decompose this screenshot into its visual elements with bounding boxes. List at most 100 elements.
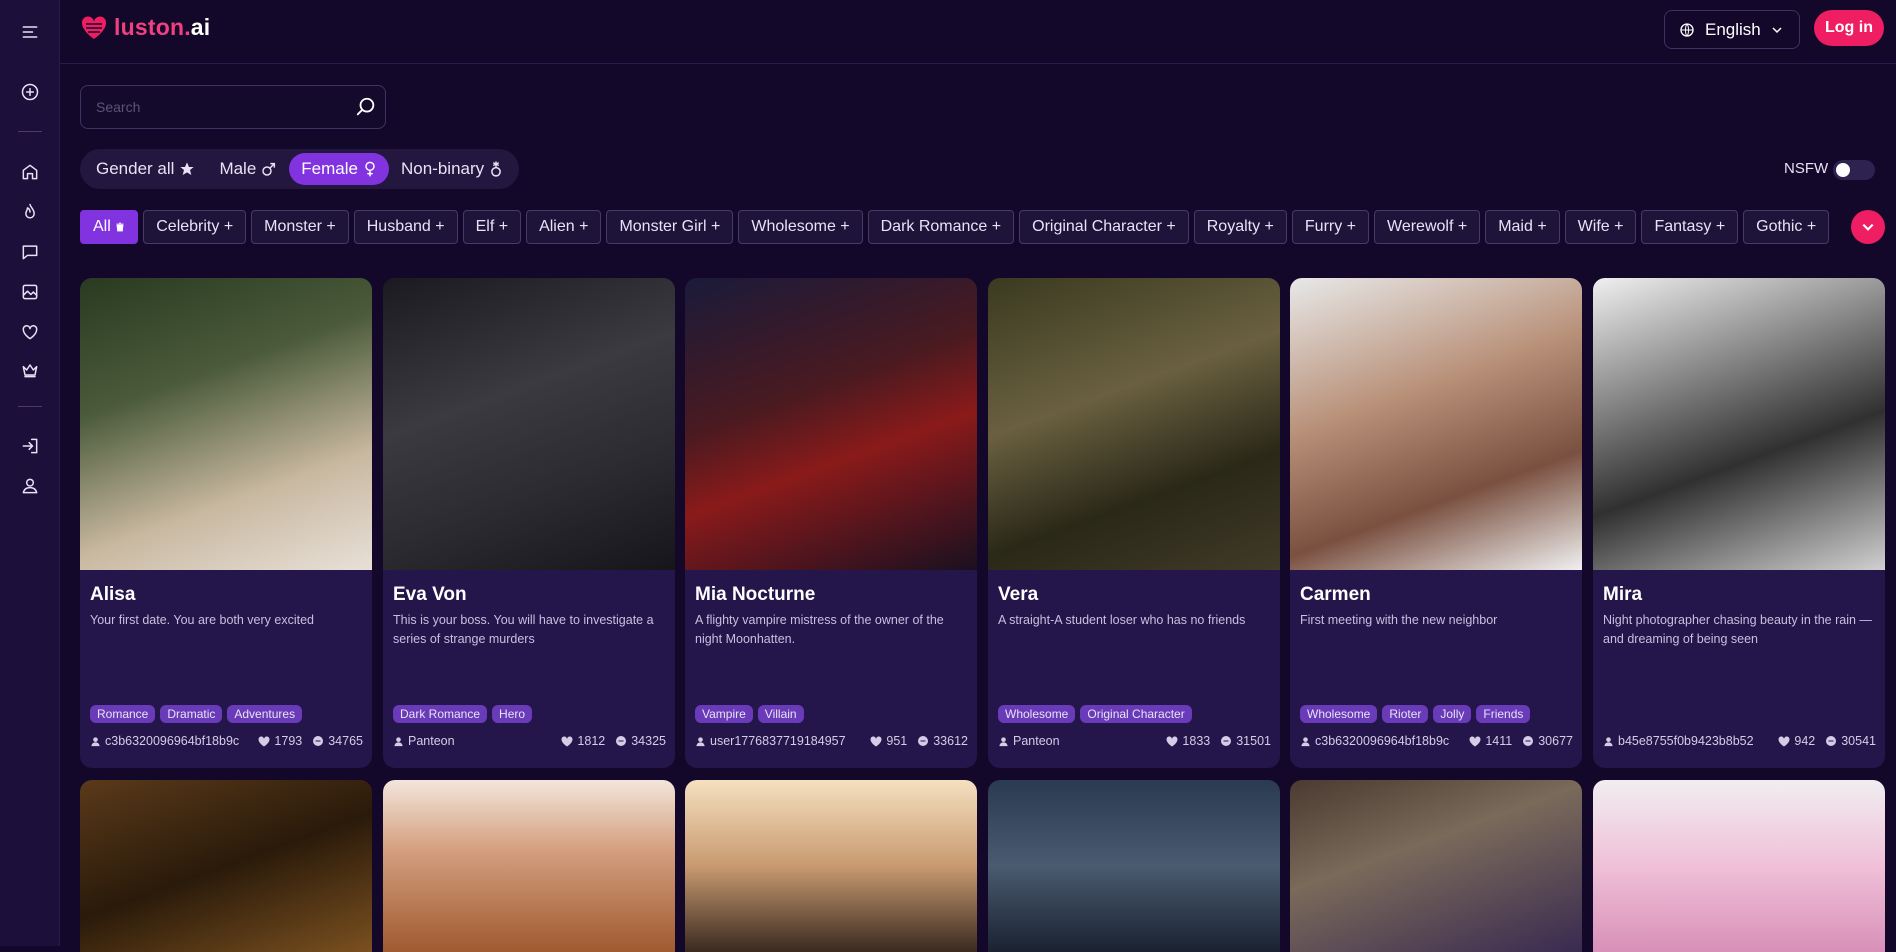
character-description: Your first date. You are both very excit… — [90, 613, 314, 627]
card-tag[interactable]: Dark Romance — [393, 705, 488, 723]
character-card[interactable]: Vera A straight-A student loser who has … — [988, 278, 1280, 768]
login-icon[interactable] — [18, 434, 42, 458]
character-name: Vera — [998, 584, 1039, 605]
sidebar-divider — [18, 406, 42, 407]
logo-text: luston.ai — [114, 14, 211, 40]
tag-wholesome[interactable]: Wholesome + — [738, 210, 863, 244]
card-tag[interactable]: Wholesome — [998, 705, 1076, 723]
character-name: Alisa — [90, 584, 136, 605]
card-tag[interactable]: Original Character — [1080, 705, 1192, 723]
card-likes: 942 — [1778, 734, 1815, 748]
character-card-preview[interactable] — [988, 780, 1280, 952]
add-circle-icon[interactable] — [18, 80, 42, 104]
heart-icon — [1469, 735, 1481, 746]
card-footer: Panteon 1812 34325 — [393, 733, 666, 749]
card-tag[interactable]: Hero — [492, 705, 533, 723]
sidebar-divider — [18, 131, 42, 132]
character-card[interactable]: Alisa Your first date. You are both very… — [80, 278, 372, 768]
chat-icon[interactable] — [18, 240, 42, 264]
character-card[interactable]: Eva Von This is your boss. You will have… — [383, 278, 675, 768]
user-icon[interactable] — [18, 474, 42, 498]
tag-furry[interactable]: Furry + — [1291, 210, 1370, 244]
tag-maid[interactable]: Maid + — [1485, 210, 1560, 244]
tag-husband[interactable]: Husband + — [353, 210, 458, 244]
heart-icon — [870, 735, 882, 746]
card-tag[interactable]: Adventures — [227, 705, 303, 723]
character-card-preview[interactable] — [383, 780, 675, 952]
card-likes: 951 — [870, 734, 907, 748]
tag-elf[interactable]: Elf + — [462, 210, 522, 244]
user-icon — [91, 736, 100, 746]
tag-celebrity[interactable]: Celebrity + — [143, 210, 247, 244]
tag-alien[interactable]: Alien + — [526, 210, 602, 244]
gender-nonbinary-option[interactable]: Non-binary — [389, 153, 515, 185]
card-chats: 30677 — [1522, 734, 1573, 748]
card-footer: user1776837719184957 951 33612 — [695, 733, 968, 749]
gender-female-option[interactable]: Female — [289, 153, 389, 185]
card-likes: 1411 — [1469, 734, 1512, 748]
female-icon — [365, 161, 375, 177]
character-card-preview[interactable] — [80, 780, 372, 952]
character-card-preview[interactable] — [685, 780, 977, 952]
menu-icon[interactable] — [18, 20, 42, 44]
card-tags: Vampire Villain — [695, 705, 804, 723]
language-selector[interactable]: English — [1664, 10, 1800, 49]
gender-male-option[interactable]: Male — [207, 153, 289, 185]
tag-fantasy[interactable]: Fantasy + — [1641, 210, 1739, 244]
crown-icon[interactable] — [18, 358, 42, 382]
card-tag[interactable]: Vampire — [695, 705, 753, 723]
tag-monster[interactable]: Monster + — [251, 210, 349, 244]
card-tag[interactable]: Dramatic — [160, 705, 223, 723]
search-icon[interactable] — [355, 96, 377, 118]
card-tags: Dark Romance Hero — [393, 705, 533, 723]
home-icon[interactable] — [18, 160, 42, 184]
tag-dark-romance[interactable]: Dark Romance + — [867, 210, 1015, 244]
gender-all-option[interactable]: Gender all — [84, 153, 207, 185]
tag-wife[interactable]: Wife + — [1564, 210, 1637, 244]
heart-icon — [1166, 735, 1178, 746]
character-card[interactable]: Mia Nocturne A flighty vampire mistress … — [685, 278, 977, 768]
character-card-preview[interactable] — [1593, 780, 1885, 952]
logo[interactable]: luston.ai — [80, 14, 210, 41]
fire-icon[interactable] — [18, 200, 42, 224]
chat-bubble-icon — [1221, 736, 1232, 746]
card-tag[interactable]: Jolly — [1433, 705, 1472, 723]
login-button[interactable]: Log in — [1814, 10, 1884, 46]
character-name: Eva Von — [393, 584, 467, 605]
user-icon — [394, 736, 403, 746]
chat-bubble-icon — [1523, 736, 1534, 746]
card-tag[interactable]: Wholesome — [1300, 705, 1378, 723]
tag-gothic[interactable]: Gothic + — [1743, 210, 1830, 244]
nsfw-toggle[interactable] — [1833, 160, 1875, 180]
card-tag[interactable]: Rioter — [1382, 705, 1429, 723]
card-chats: 34765 — [312, 734, 363, 748]
character-card[interactable]: Carmen First meeting with the new neighb… — [1290, 278, 1582, 768]
image-icon[interactable] — [18, 280, 42, 304]
card-tags: Romance Dramatic Adventures — [90, 705, 303, 723]
chat-bubble-icon — [313, 736, 324, 746]
tag-royalty[interactable]: Royalty + — [1193, 210, 1287, 244]
card-tags: Wholesome Original Character — [998, 705, 1192, 723]
tag-all[interactable]: All — [80, 210, 139, 244]
delete-icon — [116, 222, 124, 232]
card-tag[interactable]: Romance — [90, 705, 156, 723]
globe-icon — [1680, 22, 1694, 37]
tag-original-character[interactable]: Original Character + — [1019, 210, 1189, 244]
card-chats: 30541 — [1825, 734, 1876, 748]
card-tag[interactable]: Villain — [757, 705, 804, 723]
heart-icon[interactable] — [18, 320, 42, 344]
card-likes: 1793 — [258, 734, 302, 748]
tag-werewolf[interactable]: Werewolf + — [1374, 210, 1481, 244]
character-card-preview[interactable] — [1290, 780, 1582, 952]
male-icon — [262, 162, 276, 176]
header: luston.ai English Log in — [60, 0, 1896, 64]
character-card[interactable]: Mira Night photographer chasing beauty i… — [1593, 278, 1885, 768]
tag-monster-girl[interactable]: Monster Girl + — [606, 210, 734, 244]
expand-tags-button[interactable] — [1851, 210, 1885, 244]
card-chats: 31501 — [1220, 734, 1271, 748]
card-tag[interactable]: Friends — [1476, 705, 1531, 723]
character-description: Night photographer chasing beauty in the… — [1603, 613, 1872, 646]
card-chats: 33612 — [917, 734, 968, 748]
character-image — [383, 278, 675, 570]
search-input[interactable] — [81, 86, 341, 128]
